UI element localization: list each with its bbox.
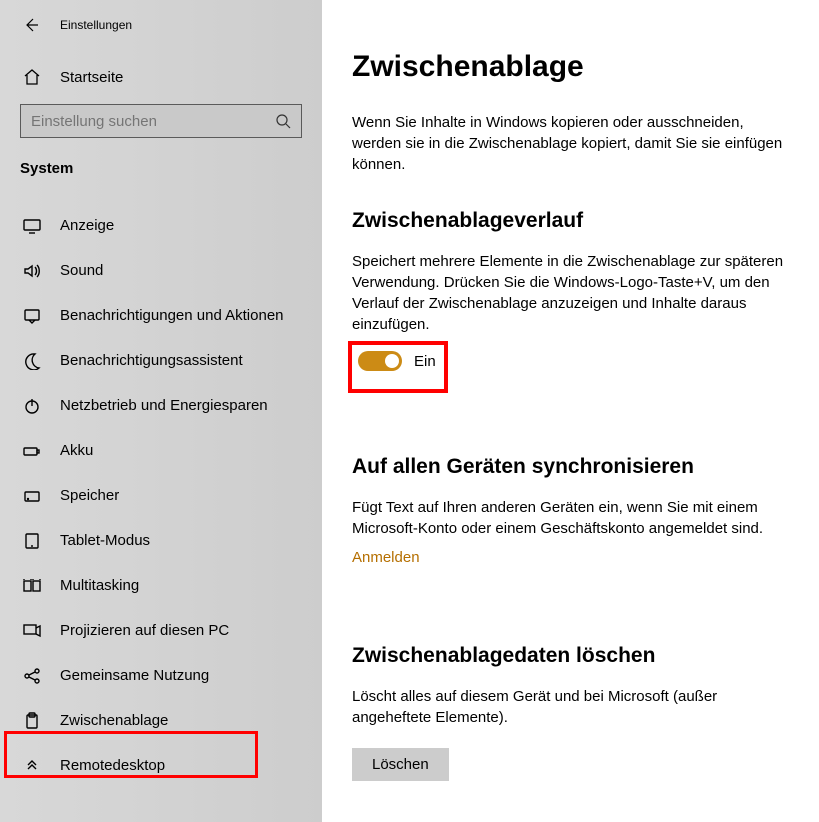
nav-display[interactable]: Anzeige [0, 203, 322, 248]
arrow-left-icon [23, 17, 39, 33]
sync-desc: Fügt Text auf Ihren anderen Geräten ein,… [352, 497, 795, 539]
nav-label: Speicher [60, 487, 119, 504]
nav-project[interactable]: Projizieren auf diesen PC [0, 608, 322, 653]
home-label: Startseite [60, 69, 123, 86]
nav-list: Anzeige Sound Benachrichtigungen und Akt… [0, 203, 322, 788]
sync-heading: Auf allen Geräten synchronisieren [352, 455, 795, 479]
nav-label: Benachrichtigungen und Aktionen [60, 307, 284, 324]
history-toggle-row: Ein [352, 345, 442, 377]
nav-label: Projizieren auf diesen PC [60, 622, 229, 639]
sidebar: Einstellungen Startseite System Anzeige … [0, 0, 322, 822]
display-icon [23, 217, 41, 235]
page-intro: Wenn Sie Inhalte in Windows kopieren ode… [352, 112, 795, 175]
nav-label: Netzbetrieb und Energiesparen [60, 397, 268, 414]
window-title: Einstellungen [60, 18, 132, 32]
search-input[interactable] [31, 113, 275, 130]
clear-button[interactable]: Löschen [352, 748, 449, 781]
main-content: Zwischenablage Wenn Sie Inhalte in Windo… [322, 0, 819, 822]
nav-remote[interactable]: Remotedesktop [0, 743, 322, 788]
nav-multitask[interactable]: Multitasking [0, 563, 322, 608]
nav-label: Tablet-Modus [60, 532, 150, 549]
nav-storage[interactable]: Speicher [0, 473, 322, 518]
nav-tablet[interactable]: Tablet-Modus [0, 518, 322, 563]
multitask-icon [23, 577, 41, 595]
nav-label: Remotedesktop [60, 757, 165, 774]
clear-section: Zwischenablagedaten löschen Löscht alles… [352, 644, 795, 781]
nav-label: Zwischenablage [60, 712, 168, 729]
nav-label: Gemeinsame Nutzung [60, 667, 209, 684]
titlebar: Einstellungen [0, 10, 322, 48]
signin-link[interactable]: Anmelden [352, 549, 420, 566]
nav-label: Anzeige [60, 217, 114, 234]
nav-label: Benachrichtigungsassistent [60, 352, 243, 369]
nav-sound[interactable]: Sound [0, 248, 322, 293]
nav-focus-assist[interactable]: Benachrichtigungsassistent [0, 338, 322, 383]
category-header: System [0, 156, 322, 189]
back-button[interactable] [22, 16, 40, 34]
search-box[interactable] [20, 104, 302, 138]
nav-power[interactable]: Netzbetrieb und Energiesparen [0, 383, 322, 428]
history-toggle-label: Ein [414, 353, 436, 370]
share-icon [23, 667, 41, 685]
project-icon [23, 622, 41, 640]
nav-notifications[interactable]: Benachrichtigungen und Aktionen [0, 293, 322, 338]
nav-label: Akku [60, 442, 93, 459]
notifications-icon [23, 307, 41, 325]
clear-desc: Löscht alles auf diesem Gerät und bei Mi… [352, 686, 795, 728]
history-heading: Zwischenablageverlauf [352, 209, 795, 233]
nav-clipboard[interactable]: Zwischenablage [0, 698, 322, 743]
sound-icon [23, 262, 41, 280]
history-section: Zwischenablageverlauf Speichert mehrere … [352, 209, 795, 417]
home-icon [23, 68, 41, 86]
nav-label: Sound [60, 262, 103, 279]
tablet-icon [23, 532, 41, 550]
home-link[interactable]: Startseite [0, 48, 322, 104]
nav-battery[interactable]: Akku [0, 428, 322, 473]
remote-icon [23, 757, 41, 775]
history-toggle[interactable] [358, 351, 402, 371]
nav-share[interactable]: Gemeinsame Nutzung [0, 653, 322, 698]
page-title: Zwischenablage [352, 50, 795, 84]
power-icon [23, 397, 41, 415]
moon-icon [23, 352, 41, 370]
history-desc: Speichert mehrere Elemente in die Zwisch… [352, 251, 795, 335]
storage-icon [23, 487, 41, 505]
search-icon [275, 113, 291, 129]
sync-section: Auf allen Geräten synchronisieren Fügt T… [352, 455, 795, 606]
clipboard-icon [23, 712, 41, 730]
nav-label: Multitasking [60, 577, 139, 594]
battery-icon [23, 442, 41, 460]
clear-heading: Zwischenablagedaten löschen [352, 644, 795, 668]
